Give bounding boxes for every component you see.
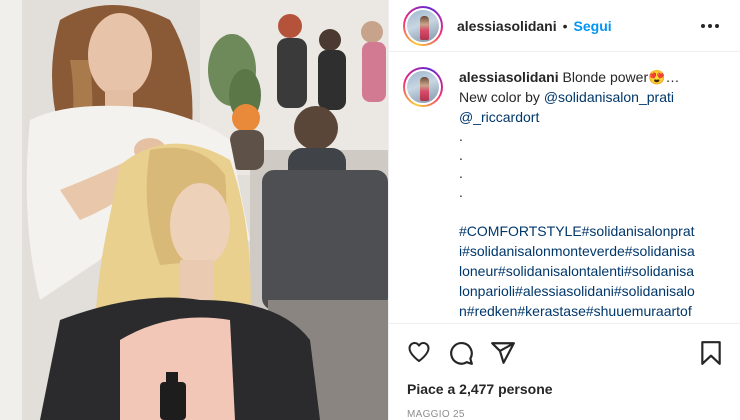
caption-dot: . <box>459 165 463 181</box>
comment-icon[interactable] <box>448 340 474 366</box>
post-actions-bar: Piace a 2,477 persone MAGGIO 25 <box>389 323 740 420</box>
caption-text: alessiasolidani Blonde power😍… New color… <box>459 67 697 323</box>
share-icon[interactable] <box>490 340 516 366</box>
caption-author-avatar[interactable] <box>403 67 443 107</box>
caption-dot: . <box>459 183 463 200</box>
mention-solidanisalon-prati[interactable]: @solidanisalon_prati <box>544 89 674 105</box>
post-header: alessiasolidani • Segui <box>389 0 740 52</box>
caption-section: alessiasolidani Blonde power😍… New color… <box>389 53 740 323</box>
caption-line2-prefix: New color by <box>459 89 544 105</box>
caption-author-avatar-image <box>405 69 441 105</box>
caption-hashtags[interactable]: #COMFORTSTYLE#solidanisalonprati#solidan… <box>459 221 697 323</box>
heart-icon[interactable] <box>406 340 432 364</box>
author-avatar[interactable] <box>403 5 443 46</box>
post-details-panel: alessiasolidani • Segui alessiasolidani … <box>388 0 740 420</box>
caption-line1: Blonde power😍… <box>562 69 680 85</box>
more-options-icon[interactable] <box>701 18 719 34</box>
author-username[interactable]: alessiasolidani <box>457 18 557 34</box>
salon-photo-illustration <box>0 0 388 420</box>
author-avatar-image <box>405 7 441 44</box>
caption-dot: . <box>459 128 463 144</box>
post-date: MAGGIO 25 <box>407 409 465 420</box>
bookmark-icon[interactable] <box>700 340 722 366</box>
caption-username[interactable]: alessiasolidani <box>459 69 559 85</box>
mention-riccardort[interactable]: @_riccardort <box>459 109 539 125</box>
post-photo[interactable] <box>0 0 388 420</box>
likes-count[interactable]: Piace a 2,477 persone <box>407 381 553 397</box>
header-separator: • <box>562 17 568 34</box>
follow-button[interactable]: Segui <box>574 18 612 34</box>
caption-dot: . <box>459 146 463 163</box>
